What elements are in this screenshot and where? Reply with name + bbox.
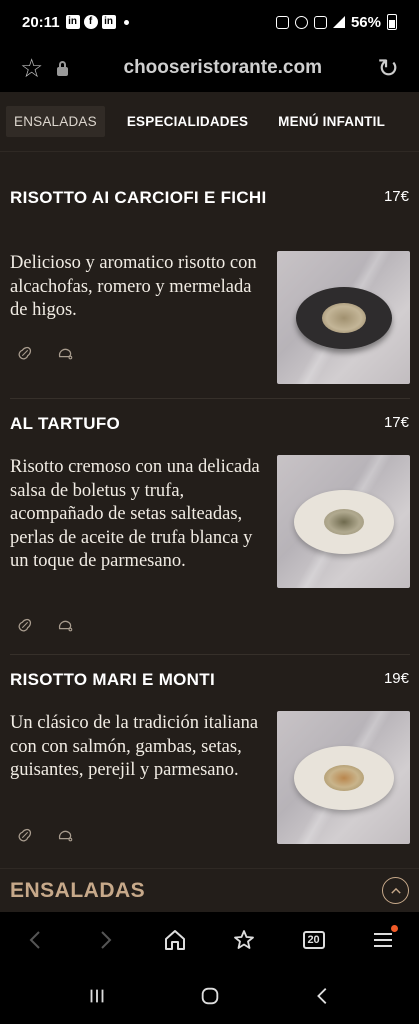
dish-description: Un clásico de la tradición italiana con … (10, 713, 259, 780)
browser-bottom-nav: 20 (0, 912, 419, 968)
linkedin-icon: in (65, 15, 80, 29)
allergen-list (16, 344, 74, 362)
scroll-up-button[interactable] (382, 877, 409, 904)
peanut-icon (16, 616, 34, 634)
dish-price: 17€ (383, 414, 409, 431)
recent-apps-button[interactable] (83, 982, 111, 1010)
back-button[interactable] (22, 926, 50, 954)
home-circle-icon (201, 987, 218, 1005)
allergen-list (16, 826, 74, 844)
nfc-icon (275, 15, 289, 29)
dish-description: Risotto cremoso con una delicada salsa d… (10, 457, 260, 571)
back-arrow-icon (316, 988, 326, 1004)
dish-name: AL TARTUFO (10, 414, 121, 433)
bookmark-star-icon (234, 930, 255, 949)
divider (10, 654, 410, 655)
shellfish-icon (56, 616, 74, 634)
facebook-icon: f (83, 15, 98, 29)
linkedin-icon: in (101, 15, 116, 29)
shellfish-icon (56, 344, 74, 362)
divider (10, 398, 410, 399)
home-icon (164, 930, 185, 950)
forward-button[interactable] (91, 926, 119, 954)
dish-name: RISOTTO AI CARCIOFI E FICHI (10, 188, 267, 207)
status-right: 56% (275, 13, 397, 31)
bookmarks-button[interactable] (230, 926, 258, 954)
recent-apps-icon (90, 989, 103, 1003)
notification-badge-icon (390, 925, 398, 932)
home-button[interactable] (161, 926, 189, 954)
browser-url-bar: ☆ chooseristorante.com ↻ (0, 44, 419, 92)
tab-menu-infantil[interactable]: MENÚ INFANTIL (270, 106, 393, 137)
category-tabs: ENSALADAS ESPECIALIDADES MENÚ INFANTIL (0, 92, 419, 152)
android-home-button[interactable] (196, 982, 224, 1010)
dish-price: 17€ (383, 188, 409, 205)
lock-icon[interactable] (57, 60, 69, 76)
dish-price: 19€ (383, 670, 409, 687)
tab-count: 20 (302, 931, 325, 949)
chevron-right-icon (101, 931, 112, 949)
menu-page: ENSALADAS ESPECIALIDADES MENÚ INFANTIL R… (0, 92, 419, 912)
peanut-icon (16, 344, 34, 362)
android-back-button[interactable] (309, 982, 337, 1010)
android-nav-bar (0, 968, 419, 1024)
battery-percent: 56% (350, 13, 381, 31)
dish-photo[interactable] (277, 711, 410, 844)
reload-icon[interactable]: ↻ (377, 53, 399, 84)
status-time: 20:11 (22, 13, 60, 31)
url-text[interactable]: chooseristorante.com (68, 57, 377, 79)
section-header-ensaladas: ENSALADAS (0, 868, 419, 912)
peanut-icon (16, 826, 34, 844)
bookmark-star-icon[interactable]: ☆ (20, 53, 43, 84)
status-bar: 20:11 in f in 56% (0, 0, 419, 44)
alarm-icon (294, 15, 308, 29)
hamburger-menu-icon (373, 933, 392, 947)
tab-ensaladas[interactable]: ENSALADAS (6, 106, 105, 137)
section-title: ENSALADAS (10, 878, 146, 902)
dish-photo[interactable] (277, 251, 410, 384)
allergen-list (16, 616, 74, 634)
shellfish-icon (56, 826, 74, 844)
dish-name: RISOTTO MARI E MONTI (10, 670, 215, 689)
chevron-up-icon (390, 887, 401, 894)
tab-especialidades[interactable]: ESPECIALIDADES (119, 106, 256, 137)
signal-icon (332, 16, 345, 28)
menu-button[interactable] (369, 925, 398, 954)
tabs-button[interactable]: 20 (300, 926, 328, 954)
dish-description: Delicioso y aromatico risotto con alcach… (10, 253, 257, 320)
dish-photo[interactable] (277, 455, 410, 588)
notification-dot-icon (123, 19, 129, 25)
chevron-left-icon (29, 931, 40, 949)
wifi-icon (313, 15, 327, 29)
battery-icon (387, 14, 397, 30)
